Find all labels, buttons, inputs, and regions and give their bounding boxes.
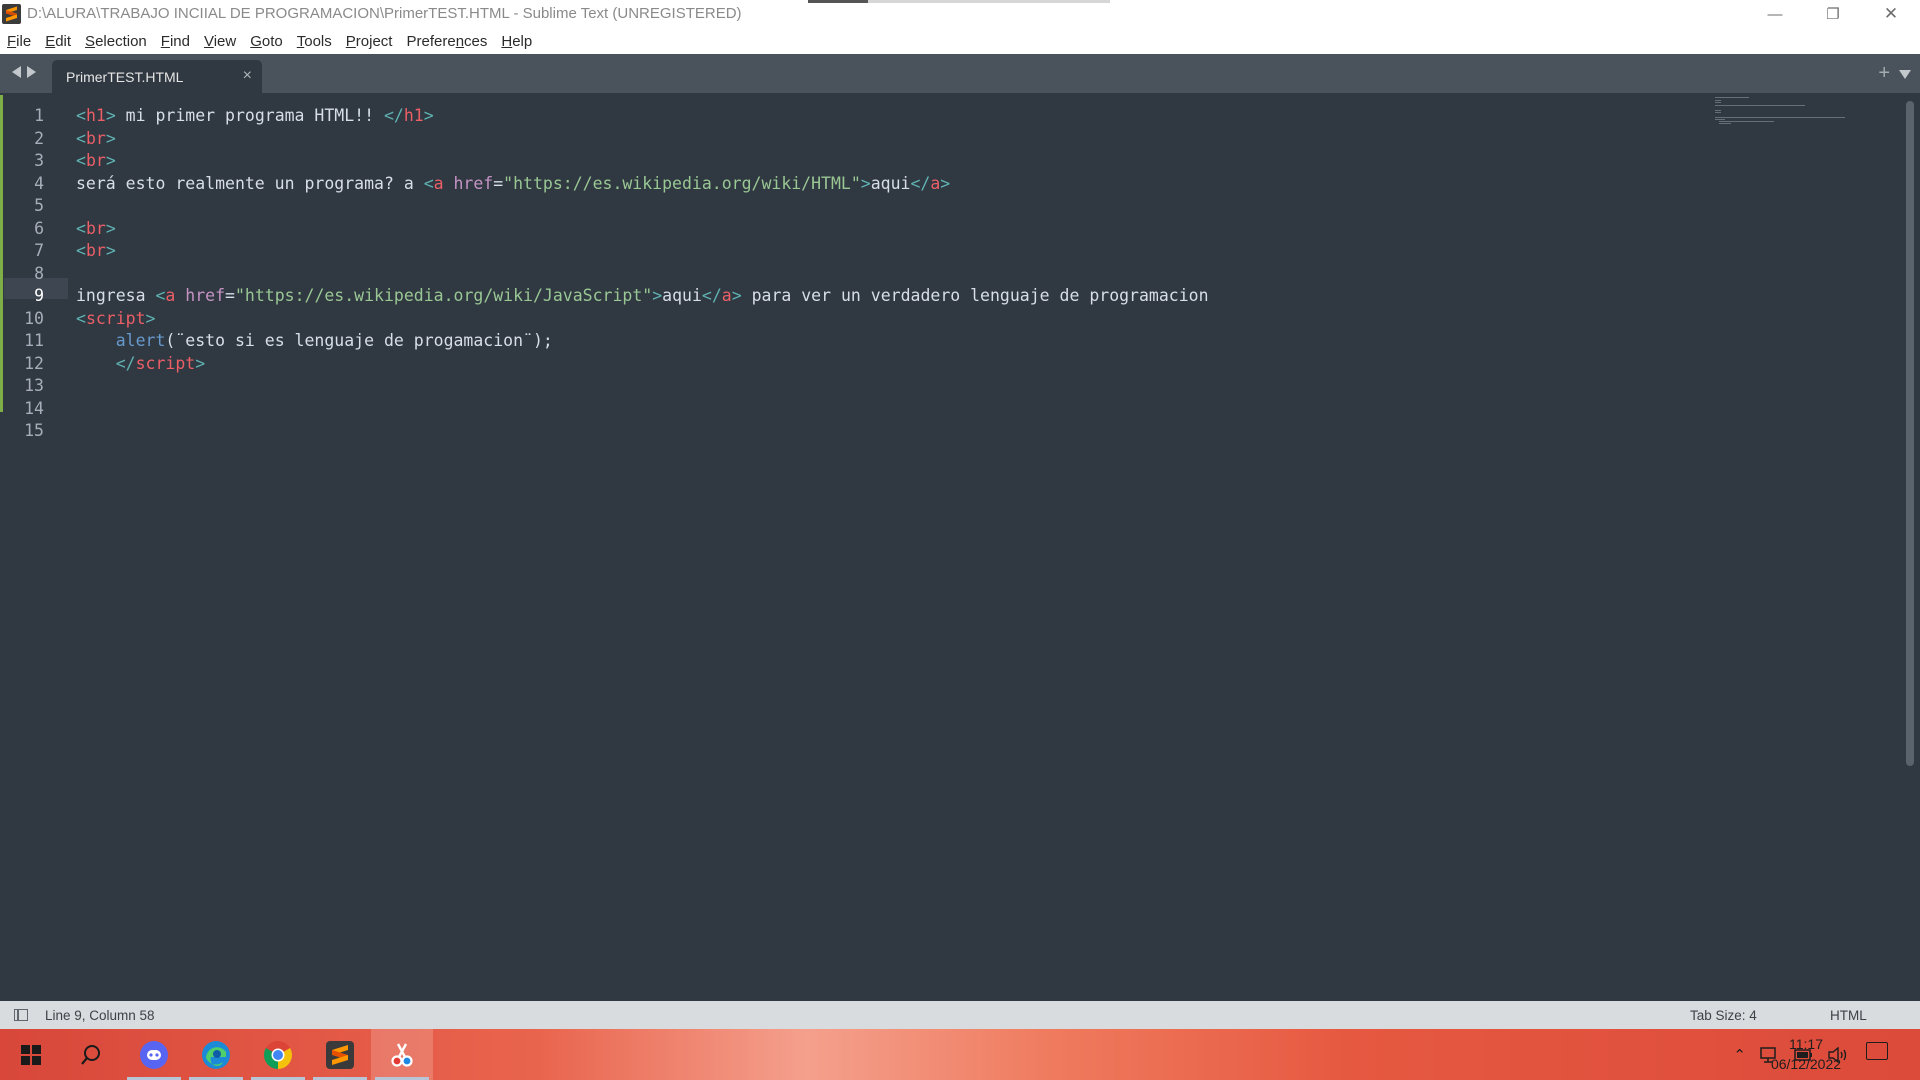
line-number: 11: [24, 331, 44, 350]
line-number: 8: [34, 263, 44, 283]
chrome-taskbar-button[interactable]: [247, 1029, 309, 1080]
syntax-selector[interactable]: HTML: [1830, 1008, 1867, 1023]
minimap-line: [1715, 97, 1749, 98]
snipping-tool-taskbar-button[interactable]: [371, 1029, 433, 1080]
chrome-icon: [264, 1040, 292, 1069]
code-line-11: alert(¨esto si es lenguaje de progamacio…: [115, 331, 553, 350]
line-number: 13: [24, 376, 44, 395]
line-number: 4: [34, 173, 44, 193]
taskbar: ⌃ 11:17 06/12/2022: [0, 1029, 1920, 1080]
windows-logo-icon: [21, 1044, 41, 1065]
line-number: 1: [34, 106, 44, 125]
window-controls: — ❐ ✕: [1746, 0, 1920, 28]
title-indicator: [808, 0, 868, 3]
edge-icon: [202, 1040, 230, 1069]
status-bar: Line 9, Column 58 Tab Size: 4 HTML: [0, 1001, 1920, 1029]
discord-taskbar-button[interactable]: [123, 1029, 185, 1080]
menu-selection[interactable]: Selection: [85, 33, 147, 50]
tab-size-selector[interactable]: Tab Size: 4: [1690, 1008, 1757, 1023]
minimap[interactable]: [1715, 96, 1855, 136]
minimap-line: [1719, 123, 1731, 124]
editor-area[interactable]: 1 2 3 4 5 6 7 8 9 10 11 12 13 14 15 <h1>…: [0, 93, 1920, 1001]
clock-time: 11:17: [1789, 1036, 1823, 1052]
minimap-line: [1719, 121, 1774, 122]
code-line-9: ingresa <a href="https://es.wikipedia.or…: [76, 286, 1209, 305]
line-number-active: 9: [34, 286, 44, 305]
tab-close-icon[interactable]: ×: [243, 67, 252, 85]
search-button[interactable]: [60, 1029, 122, 1080]
sublime-text-icon: [2, 4, 21, 24]
minimap-line: [1715, 100, 1721, 101]
tab-next-arrow-icon[interactable]: [27, 66, 36, 78]
line-number: 15: [24, 421, 44, 440]
discord-icon: [140, 1040, 168, 1069]
snipping-tool-icon: [391, 1042, 413, 1067]
line-number: 12: [24, 353, 44, 373]
panel-toggle-icon[interactable]: [14, 1009, 28, 1021]
line-number: 7: [34, 241, 44, 260]
menu-preferences[interactable]: Preferences: [406, 33, 487, 50]
minimap-line: [1715, 112, 1721, 113]
code-line-3: <br>: [76, 151, 116, 170]
code-line-1: <h1> mi primer programa HTML!! </h1>: [76, 106, 434, 125]
new-tab-icon[interactable]: +: [1878, 62, 1890, 85]
menu-file[interactable]: File: [7, 33, 31, 50]
code-line-10: <script>: [76, 308, 156, 328]
menu-help[interactable]: Help: [501, 33, 532, 50]
menu-view[interactable]: View: [204, 33, 236, 50]
clock-date: 06/12/2022: [1770, 1056, 1842, 1072]
title-indicator-track: [868, 0, 1110, 3]
notifications-icon[interactable]: [1866, 1042, 1888, 1060]
close-button[interactable]: ✕: [1862, 0, 1920, 28]
line-number: 3: [34, 151, 44, 170]
sublime-text-icon: [326, 1040, 354, 1069]
code-line-7: <br>: [76, 241, 116, 260]
minimap-line: [1715, 105, 1805, 106]
windows-start-button[interactable]: [0, 1029, 62, 1080]
sublime-text-taskbar-button[interactable]: [309, 1029, 371, 1080]
tab-nav: [12, 66, 36, 78]
menu-project[interactable]: Project: [346, 33, 393, 50]
line-number: 6: [34, 218, 44, 238]
title-bar: D:\ALURA\TRABAJO INCIIAL DE PROGRAMACION…: [0, 0, 1920, 28]
line-number: 10: [24, 308, 44, 328]
minimap-line: [1715, 117, 1845, 118]
vertical-scrollbar[interactable]: [1906, 101, 1914, 766]
code-line-2: <br>: [76, 128, 116, 148]
clock[interactable]: 11:17 06/12/2022: [1758, 1034, 1854, 1074]
menu-bar: File Edit Selection Find View Goto Tools…: [0, 28, 1920, 54]
minimize-button[interactable]: —: [1746, 0, 1804, 28]
cursor-position: Line 9, Column 58: [45, 1008, 155, 1023]
window-title: D:\ALURA\TRABAJO INCIIAL DE PROGRAMACION…: [27, 5, 742, 22]
tab-prev-arrow-icon[interactable]: [12, 66, 21, 78]
menu-tools[interactable]: Tools: [297, 33, 332, 50]
menu-goto[interactable]: Goto: [250, 33, 283, 50]
minimap-line: [1715, 110, 1721, 111]
menu-edit[interactable]: Edit: [45, 33, 71, 50]
chevron-up-icon[interactable]: ⌃: [1733, 1046, 1746, 1064]
tab-primertest-html[interactable]: PrimerTEST.HTML ×: [52, 60, 262, 93]
search-icon: [81, 1044, 100, 1065]
line-number: 2: [34, 128, 44, 148]
line-number: 5: [34, 196, 44, 215]
edge-taskbar-button[interactable]: [185, 1029, 247, 1080]
tab-label: PrimerTEST.HTML: [66, 69, 184, 85]
maximize-button[interactable]: ❐: [1804, 0, 1862, 28]
code-line-4: será esto realmente un programa? a <a hr…: [76, 173, 951, 193]
code-line-12: </script>: [115, 353, 206, 373]
minimap-line: [1715, 119, 1725, 120]
minimap-line: [1715, 102, 1721, 103]
tab-list-dropdown-icon[interactable]: [1899, 70, 1911, 79]
line-number: 14: [24, 398, 44, 418]
tab-bar: PrimerTEST.HTML × +: [0, 54, 1920, 93]
code-line-6: <br>: [76, 218, 116, 238]
menu-find[interactable]: Find: [161, 33, 190, 50]
